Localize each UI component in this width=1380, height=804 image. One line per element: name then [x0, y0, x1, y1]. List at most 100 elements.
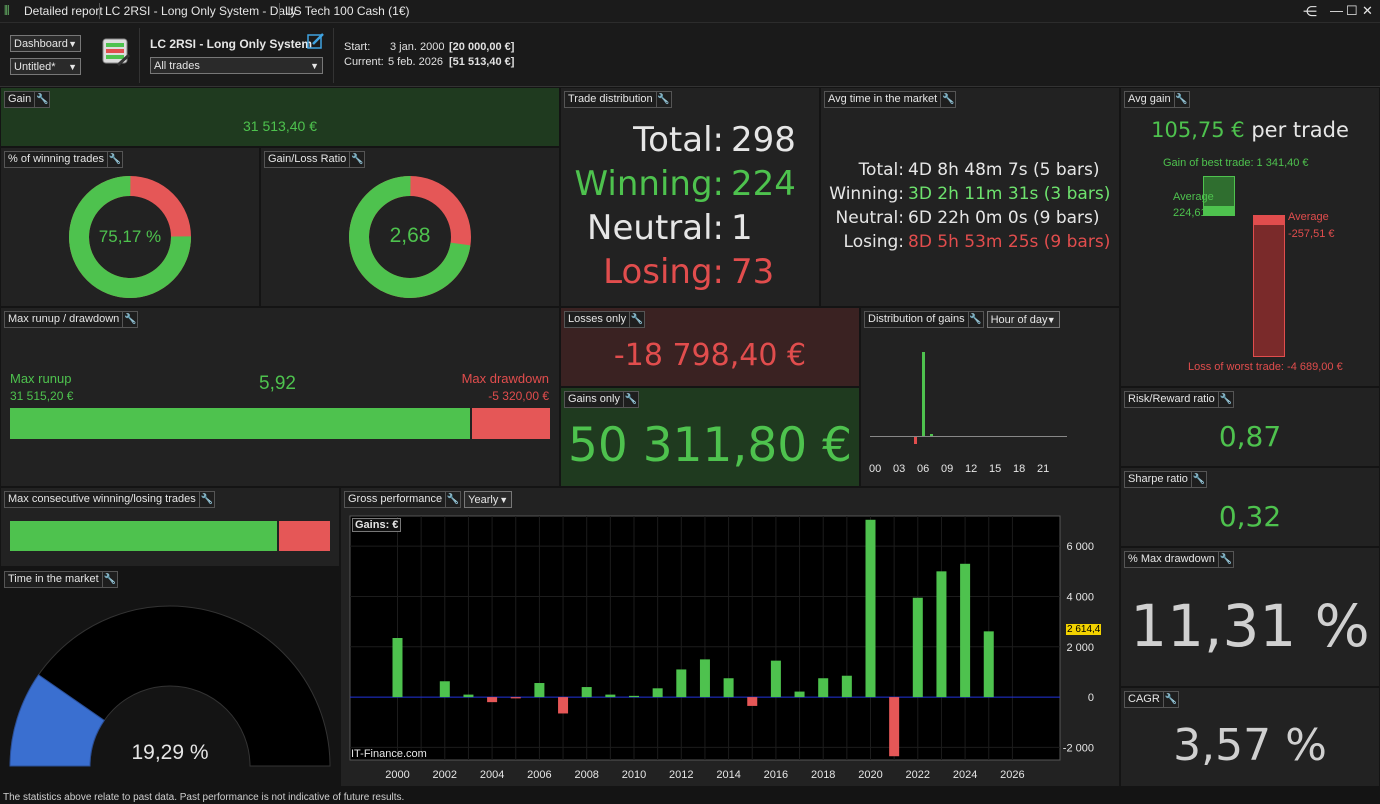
runup-label: Max runup	[10, 371, 72, 386]
chevron-down-icon: ▼	[68, 39, 77, 49]
current-label: Current:	[344, 56, 384, 68]
risk-reward-value: 0,87	[1218, 420, 1282, 453]
system-name: LC 2RSI - Long Only System	[150, 37, 313, 51]
gains-only-panel: Gains only 🔧 50 311,80 €	[561, 388, 859, 486]
chevron-down-icon: ▼	[310, 61, 319, 71]
wrench-icon[interactable]: 🔧	[107, 150, 123, 168]
hour-tick-label: 12	[965, 463, 978, 475]
risk-reward-title: Risk/Reward ratio	[1124, 390, 1218, 408]
edit-icon[interactable]	[307, 32, 325, 50]
x-tick-label: 2014	[716, 769, 740, 781]
share-icon[interactable]: ⋲	[1303, 0, 1317, 22]
wrench-icon[interactable]: 🔧	[967, 310, 984, 328]
wrench-icon[interactable]: 🔧	[940, 90, 957, 108]
gross-performance-chart: -2 000 0 2 000 4 000 6 000 2000 2002 2004 2006 20…	[349, 515, 1094, 781]
wrench-icon[interactable]: 🔧	[1173, 90, 1190, 108]
wrench-icon[interactable]: 🔧	[34, 90, 51, 108]
losses-only-title: Losses only	[564, 310, 630, 328]
hour-tick-label: 15	[989, 463, 1002, 475]
performance-bar	[936, 571, 947, 698]
performance-bar	[794, 691, 805, 698]
divider	[333, 28, 334, 83]
performance-bar	[818, 678, 829, 698]
performance-bar	[865, 519, 876, 698]
avg-time-total-value: 4D 8h 48m 7s (5 bars)	[908, 160, 1100, 180]
performance-bar	[463, 694, 474, 698]
performance-bar	[960, 563, 971, 698]
avg-gain-panel: Avg gain 🔧 105,75 € per trade Gain of bes…	[1121, 88, 1379, 386]
sharpe-panel: Sharpe ratio 🔧 0,32	[1121, 468, 1379, 546]
hour-tick-label: 21	[1037, 463, 1050, 475]
avg-gain-title: Avg gain	[1124, 90, 1174, 108]
total-value: 298	[731, 120, 796, 160]
x-tick-label: 2000	[385, 769, 409, 781]
hour-tick-label: 18	[1013, 463, 1026, 475]
winning-pct-value: 75,17 %	[98, 227, 162, 246]
runup-ratio: 5,92	[259, 373, 296, 394]
system-title: LC 2RSI - Long Only System - Daily	[105, 4, 297, 18]
wrench-icon[interactable]: 🔧	[198, 490, 215, 508]
maximize-icon[interactable]: ☐	[1346, 0, 1358, 22]
start-date: 3 jan. 2000	[390, 41, 445, 53]
avg-loss-value: -257,51 €	[1288, 228, 1335, 240]
minimize-icon[interactable]: —	[1330, 0, 1343, 22]
wrench-icon[interactable]: 🔧	[122, 310, 139, 328]
distribution-gains-title: Distribution of gains	[864, 310, 968, 328]
wrench-icon[interactable]: 🔧	[655, 90, 672, 108]
avg-time-neutral-label: Neutral:	[835, 208, 904, 228]
performance-bar	[747, 697, 758, 706]
worst-trade: Loss of worst trade: -4 689,00 €	[1188, 361, 1343, 373]
avg-time-panel: Avg time in the market 🔧 Total: 4D 8h 48m…	[821, 88, 1119, 306]
best-trade: Gain of best trade: 1 341,40 €	[1163, 157, 1309, 169]
consecutive-title: Max consecutive winning/losing trades	[4, 490, 199, 508]
performance-bar	[652, 688, 663, 698]
performance-bar	[510, 697, 521, 699]
system-icon[interactable]	[101, 37, 131, 69]
x-tick-label: 2012	[669, 769, 693, 781]
wrench-icon[interactable]: 🔧	[1162, 690, 1179, 708]
layout-select[interactable]: Untitled* ▼	[10, 58, 81, 75]
performance-bar	[439, 681, 450, 698]
gain-loss-title: Gain/Loss Ratio	[264, 150, 350, 168]
avg-time-title: Avg time in the market	[824, 90, 941, 108]
runup-fill	[10, 408, 472, 439]
max-drawdown-pct-title: % Max drawdown	[1124, 550, 1218, 568]
wrench-icon[interactable]: 🔧	[1217, 550, 1234, 568]
view-select-value: Dashboard	[14, 38, 68, 50]
time-in-market-title: Time in the market	[4, 570, 102, 588]
runup-title: Max runup / drawdown	[4, 310, 123, 328]
disclaimer: The statistics above relate to past data…	[0, 791, 1380, 804]
wrench-icon[interactable]: 🔧	[1190, 470, 1207, 488]
runup-panel: Max runup / drawdown 🔧 Max runup 31 515,2…	[1, 308, 559, 486]
neutral-value: 1	[731, 208, 753, 248]
gains-only-title: Gains only	[564, 390, 623, 408]
consecutive-panel: Max consecutive winning/losing trades 🔧	[1, 488, 339, 566]
x-tick-label: 2002	[433, 769, 457, 781]
wrench-icon[interactable]: 🔧	[101, 570, 118, 588]
gain-loss-value: 2,68	[389, 224, 431, 247]
wrench-icon[interactable]: 🔧	[1217, 390, 1234, 408]
close-icon[interactable]: ✕	[1362, 0, 1373, 22]
trades-select[interactable]: All trades ▼	[150, 57, 323, 74]
wrench-icon[interactable]: 🔧	[629, 310, 646, 328]
view-select[interactable]: Dashboard ▼	[10, 35, 81, 52]
wrench-icon[interactable]: 🔧	[349, 150, 366, 168]
header: Dashboard ▼ Untitled* ▼ LC 2RSI - Long Onl…	[0, 23, 1380, 87]
total-label: Total:	[633, 120, 724, 160]
runup-drawdown-bar	[10, 408, 550, 439]
y-tick-label: 4 000	[1066, 591, 1094, 603]
performance-bar	[889, 697, 900, 757]
hour-tick-label: 06	[917, 463, 930, 475]
max-drawdown-pct-value: 11,31 %	[1130, 592, 1370, 660]
wrench-icon[interactable]: 🔧	[622, 390, 639, 408]
x-tick-label: 2020	[858, 769, 882, 781]
drawdown-value: -5 320,00 €	[488, 389, 549, 403]
sharpe-title: Sharpe ratio	[1124, 470, 1191, 488]
distribution-bar	[930, 434, 933, 436]
divider	[139, 28, 140, 83]
distribution-axis	[870, 436, 1067, 437]
performance-bar	[629, 695, 639, 698]
trade-distribution-title: Trade distribution	[564, 90, 656, 108]
performance-bar	[841, 675, 852, 698]
hour-of-day-select[interactable]: Hour of day ▼	[986, 310, 1060, 328]
